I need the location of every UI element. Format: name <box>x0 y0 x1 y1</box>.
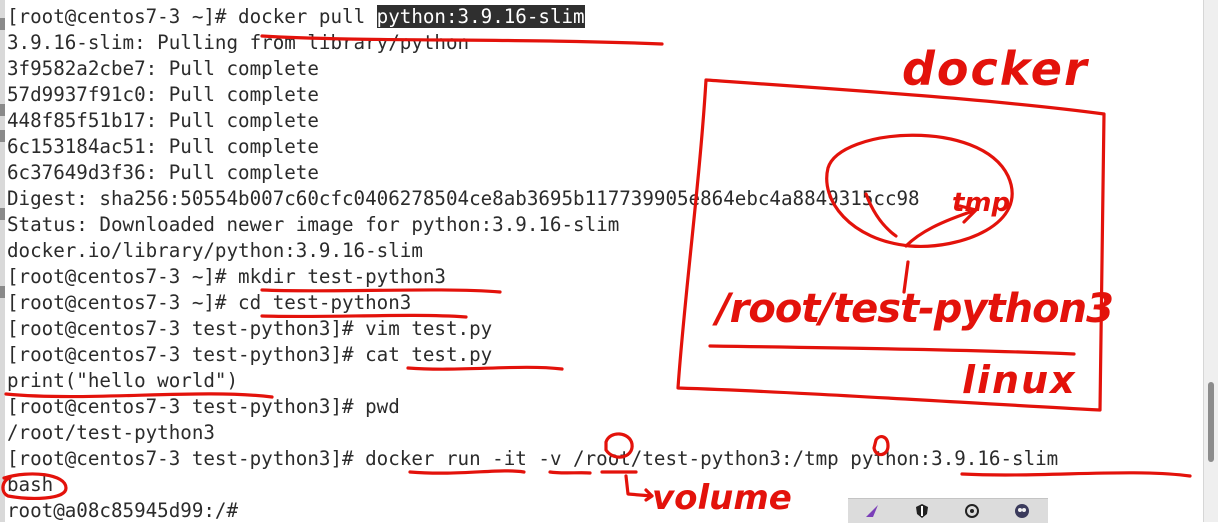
terminal-line: [root@centos7-3 ~]# docker pull python:3… <box>7 4 1218 30</box>
label-host-path: /root/test-python3 <box>716 286 1114 332</box>
terminal-line: 448f85f51b17: Pull complete <box>7 108 1218 134</box>
command-text: docker pull <box>238 5 377 28</box>
edge-mark <box>0 286 5 298</box>
command-text: 57d9937f91c0: Pull complete <box>7 83 319 106</box>
command-text: 3f9582a2cbe7: Pull complete <box>7 57 319 80</box>
game-icon[interactable] <box>1014 503 1030 519</box>
edge-mark <box>0 130 5 142</box>
command-text: 448f85f51b17: Pull complete <box>7 109 319 132</box>
arrow-icon[interactable] <box>864 503 880 519</box>
terminal-line: bash <box>7 472 1218 498</box>
edge-mark <box>0 208 5 220</box>
command-text: Digest: sha256:50554b007c60cfc0406278504… <box>7 187 920 210</box>
shell-prompt: [root@centos7-3 ~]# <box>7 5 239 28</box>
command-text: 3.9.16-slim: Pulling from library/python <box>7 31 470 54</box>
shell-prompt: [root@centos7-3 test-python3]# <box>7 317 366 340</box>
edge-mark <box>0 104 5 116</box>
command-text: docker.io/library/python:3.9.16-slim <box>7 239 423 262</box>
shell-prompt: [root@centos7-3 ~]# <box>7 291 239 314</box>
shield-icon[interactable] <box>914 503 930 519</box>
command-text: pwd <box>365 395 400 418</box>
terminal-line: /root/test-python3 <box>7 420 1218 446</box>
command-text: cat test.py <box>365 343 493 366</box>
command-text: Status: Downloaded newer image for pytho… <box>7 213 620 236</box>
terminal-line: [root@centos7-3 test-python3]# docker ru… <box>7 446 1218 472</box>
shell-prompt: [root@centos7-3 ~]# <box>7 265 239 288</box>
left-window-edge <box>0 0 5 522</box>
command-text: vim test.py <box>365 317 493 340</box>
command-text: /root/test-python3 <box>7 421 215 444</box>
label-tmp: tmp <box>952 188 1011 218</box>
label-volume: volume <box>652 478 792 518</box>
terminal-line: docker.io/library/python:3.9.16-slim <box>7 238 1218 264</box>
circle-icon[interactable] <box>964 503 980 519</box>
selected-text[interactable]: python:3.9.16-slim <box>376 5 585 28</box>
command-text: bash <box>7 473 54 496</box>
command-text: docker run -it -v /root/test-python3:/tm… <box>365 447 1059 470</box>
shell-prompt: [root@centos7-3 test-python3]# <box>7 343 366 366</box>
scrollbar[interactable] <box>1203 0 1218 522</box>
scrollbar-thumb[interactable] <box>1208 382 1214 462</box>
edge-mark <box>0 18 5 30</box>
system-tray-panel <box>848 498 1048 523</box>
command-text: print("hello world") <box>7 369 239 392</box>
command-text: root@a08c85945d99:/# <box>7 499 250 522</box>
shell-prompt: [root@centos7-3 test-python3]# <box>7 447 366 470</box>
label-linux: linux <box>962 358 1077 402</box>
shell-prompt: [root@centos7-3 test-python3]# <box>7 395 366 418</box>
command-text: 6c153184ac51: Pull complete <box>7 135 319 158</box>
terminal-line: Digest: sha256:50554b007c60cfc0406278504… <box>7 186 1218 212</box>
terminal-line: 6c153184ac51: Pull complete <box>7 134 1218 160</box>
command-text: cd test-python3 <box>238 291 412 314</box>
terminal-line: 6c37649d3f36: Pull complete <box>7 160 1218 186</box>
label-docker: docker <box>902 42 1089 96</box>
command-text: mkdir test-python3 <box>238 265 446 288</box>
command-text: 6c37649d3f36: Pull complete <box>7 161 319 184</box>
terminal-line: Status: Downloaded newer image for pytho… <box>7 212 1218 238</box>
